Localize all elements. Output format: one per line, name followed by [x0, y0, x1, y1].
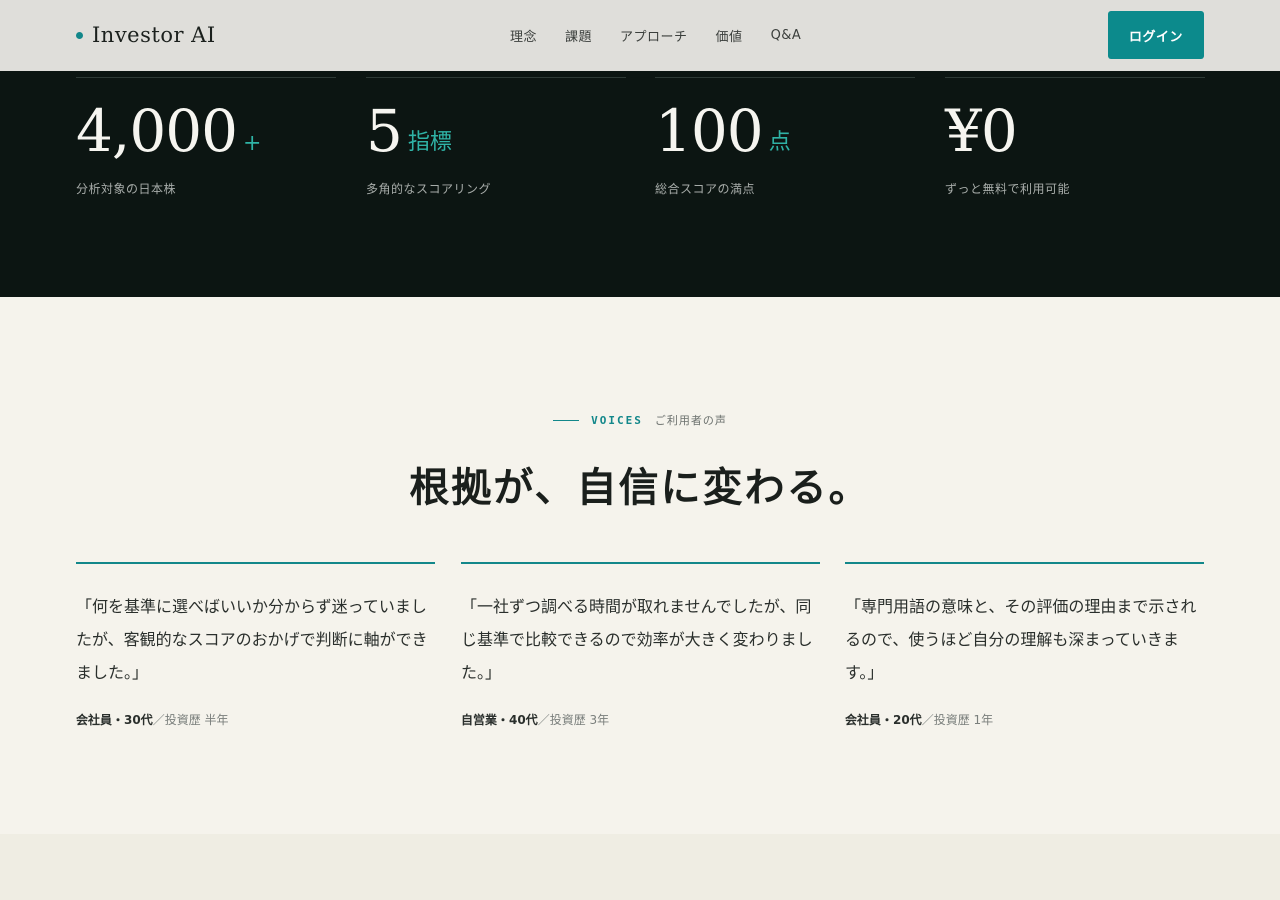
next-section-band	[0, 834, 1280, 900]
stat-value: 5	[366, 97, 403, 165]
stat-price: ¥0 ずっと無料で利用可能	[945, 77, 1205, 197]
nav-item-qa[interactable]: Q&A	[771, 28, 802, 43]
author-experience: ／投資歴 1年	[921, 713, 994, 727]
author-profile: 会社員・20代	[845, 713, 922, 727]
testimonial-card: 「一社ずつ調べる時間が取れませんでしたが、同じ基準で比較できるので効率が大きく変…	[461, 562, 820, 728]
testimonial-author: 自営業・40代／投資歴 3年	[461, 711, 820, 728]
stat-label: ずっと無料で利用可能	[945, 182, 1071, 196]
eyebrow-rule	[553, 419, 580, 421]
nav-item-philosophy[interactable]: 理念	[510, 26, 537, 45]
testimonial-quote: 「何を基準に選べばいいか分からず迷っていましたが、客観的なスコアのおかげで判断に…	[76, 597, 428, 682]
stat-unit: 指標	[407, 130, 452, 155]
stat-label: 分析対象の日本株	[76, 182, 177, 196]
author-experience: ／投資歴 半年	[152, 713, 229, 727]
site-header: Investor AI 理念 課題 アプローチ 価値 Q&A ログイン	[0, 0, 1280, 71]
stat-label: 総合スコアの満点	[655, 182, 756, 196]
nav-item-value[interactable]: 価値	[716, 26, 743, 45]
testimonial-author: 会社員・20代／投資歴 1年	[845, 711, 1204, 728]
logo-text: Investor AI	[92, 23, 216, 47]
testimonial-card: 「何を基準に選べばいいか分からず迷っていましたが、客観的なスコアのおかげで判断に…	[76, 562, 435, 728]
login-button[interactable]: ログイン	[1108, 11, 1204, 59]
author-profile: 自営業・40代	[461, 713, 538, 727]
testimonial-quote: 「一社ずつ調べる時間が取れませんでしたが、同じ基準で比較できるので効率が大きく変…	[461, 597, 813, 682]
nav-item-issues[interactable]: 課題	[565, 26, 592, 45]
author-experience: ／投資歴 3年	[537, 713, 610, 727]
eyebrow-ja: ご利用者の声	[654, 414, 727, 427]
stat-value: 100	[655, 97, 764, 165]
testimonial-card: 「専門用語の意味と、その評価の理由まで示されるので、使うほど自分の理解も深まって…	[845, 562, 1204, 728]
section-eyebrow: VOICES ご利用者の声	[0, 412, 1280, 428]
stat-unit: +	[243, 131, 262, 156]
stat-unit: 点	[768, 130, 791, 155]
author-profile: 会社員・30代	[76, 713, 153, 727]
eyebrow-en: VOICES	[591, 413, 643, 427]
stats-band: 4,000 + 分析対象の日本株 5 指標 多角的なスコアリング 100 点 総…	[0, 71, 1280, 297]
voices-section: VOICES ご利用者の声 根拠が、自信に変わる。 「何を基準に選べばいいか分か…	[0, 297, 1280, 834]
testimonial-author: 会社員・30代／投資歴 半年	[76, 711, 435, 728]
logo-dot-icon	[76, 31, 83, 39]
testimonial-quote: 「専門用語の意味と、その評価の理由まで示されるので、使うほど自分の理解も深まって…	[845, 597, 1197, 682]
stat-label: 多角的なスコアリング	[366, 182, 492, 196]
nav-item-approach[interactable]: アプローチ	[620, 26, 688, 45]
logo[interactable]: Investor AI	[76, 22, 216, 48]
stat-stocks: 4,000 + 分析対象の日本株	[76, 77, 336, 197]
main-nav: 理念 課題 アプローチ 価値 Q&A	[496, 0, 815, 71]
stat-indicators: 5 指標 多角的なスコアリング	[366, 77, 626, 197]
stat-value: 4,000	[76, 97, 238, 165]
stat-max-score: 100 点 総合スコアの満点	[655, 77, 915, 197]
section-title: 根拠が、自信に変わる。	[409, 464, 871, 511]
stat-value: ¥0	[945, 97, 1018, 165]
